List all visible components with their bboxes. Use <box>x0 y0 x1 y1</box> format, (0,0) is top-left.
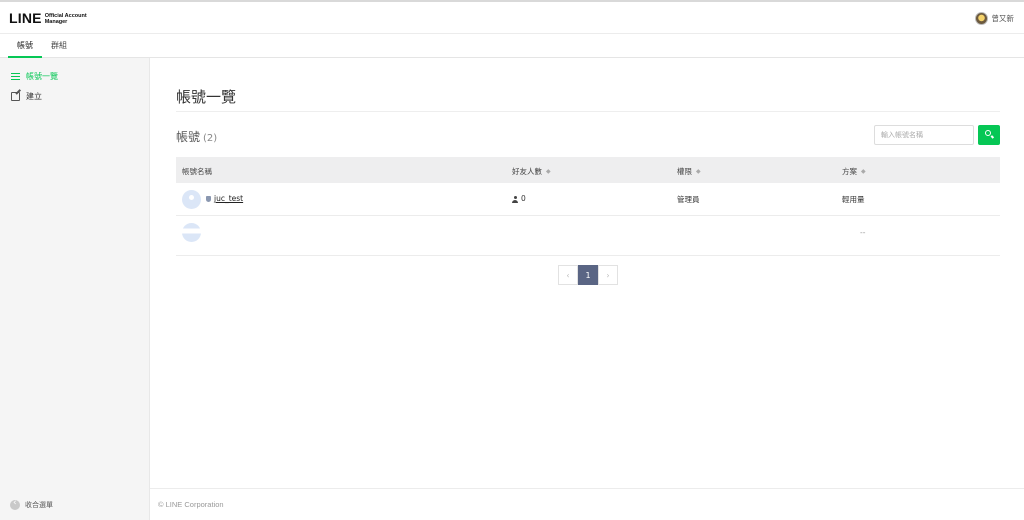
account-count: (2) <box>203 133 218 144</box>
sidebar-item-label: 帳號一覽 <box>26 71 58 81</box>
shield-icon <box>206 196 211 202</box>
user-avatar <box>974 12 988 25</box>
account-name-link[interactable]: juc_test <box>214 194 243 203</box>
column-header-label: 好友人數 <box>512 167 542 176</box>
sort-icon: ◆ <box>546 168 551 175</box>
sidebar-item-label: 建立 <box>26 91 42 101</box>
tab-bar: 帳號 群組 <box>0 34 1024 58</box>
collapse-menu-label: 收合選單 <box>25 501 53 509</box>
user-name: 曾又新 <box>991 14 1015 23</box>
table-header: 帳號名稱 好友人數 ◆ 權限 ◆ 方案 ◆ <box>176 157 1000 183</box>
collapse-menu-button[interactable]: 收合選單 <box>10 498 53 510</box>
copyright-text: © LINE Corporation <box>158 500 224 509</box>
accounts-table: 帳號名稱 好友人數 ◆ 權限 ◆ 方案 ◆ juc_test 0 管理員 輕用量 -- <box>176 157 1000 256</box>
section-title-text: 帳號 <box>176 130 201 144</box>
plan-cell: 輕用量 <box>842 195 865 204</box>
table-row[interactable]: -- <box>176 216 1000 256</box>
table-row[interactable]: juc_test 0 管理員 輕用量 <box>176 183 1000 216</box>
list-icon <box>11 72 20 81</box>
role-cell: 管理員 <box>677 195 700 204</box>
footer: © LINE Corporation <box>150 488 1024 520</box>
tab-accounts[interactable]: 帳號 <box>8 34 42 58</box>
account-avatar-placeholder <box>182 223 201 242</box>
friends-count: 0 <box>521 194 526 203</box>
chevron-left-icon <box>10 498 20 510</box>
main-content: 帳號一覽 帳號(2) 帳號名稱 好友人數 ◆ 權限 ◆ 方案 ◆ juc_test 0… <box>150 58 1024 488</box>
sort-icon: ◆ <box>861 168 866 175</box>
sort-icon: ◆ <box>696 168 701 175</box>
sidebar-item-account-list[interactable]: 帳號一覽 <box>0 66 149 86</box>
divider <box>176 111 1000 112</box>
top-bar: LINE Official Account Manager 曾又新 <box>0 0 1024 34</box>
logo-subtitle: Official Account Manager <box>45 13 87 25</box>
next-page-button[interactable]: › <box>598 265 618 285</box>
search-icon <box>985 130 991 136</box>
edit-icon <box>11 91 20 101</box>
section-title: 帳號 (2) <box>176 128 217 145</box>
logo-wordmark: LINE <box>9 10 42 26</box>
plan-cell: -- <box>860 228 866 237</box>
column-header-role[interactable]: 權限 ◆ <box>677 166 701 177</box>
column-header-friends[interactable]: 好友人數 ◆ <box>512 166 551 177</box>
sidebar-item-create[interactable]: 建立 <box>0 86 149 106</box>
user-menu[interactable]: 曾又新 <box>974 12 1015 25</box>
page-title: 帳號一覽 <box>176 88 237 106</box>
column-header-account-name: 帳號名稱 <box>182 167 212 176</box>
account-avatar <box>182 190 201 209</box>
page-button-current[interactable]: 1 <box>578 265 598 285</box>
column-header-label: 方案 <box>842 167 857 176</box>
line-logo[interactable]: LINE Official Account Manager <box>9 10 87 26</box>
sidebar: 帳號一覽 建立 收合選單 <box>0 58 150 520</box>
prev-page-button[interactable]: ‹ <box>558 265 578 285</box>
account-name-cell: juc_test <box>206 194 243 203</box>
person-icon <box>512 196 518 203</box>
pagination: ‹ 1 › <box>558 265 618 285</box>
column-header-plan[interactable]: 方案 ◆ <box>842 166 866 177</box>
search-button[interactable] <box>978 125 1000 145</box>
logo-subtitle-line-2: Manager <box>44 18 68 25</box>
tab-groups[interactable]: 群組 <box>44 34 74 58</box>
column-header-label: 權限 <box>677 167 692 176</box>
search-input[interactable] <box>874 125 974 145</box>
friends-cell: 0 <box>512 194 526 203</box>
